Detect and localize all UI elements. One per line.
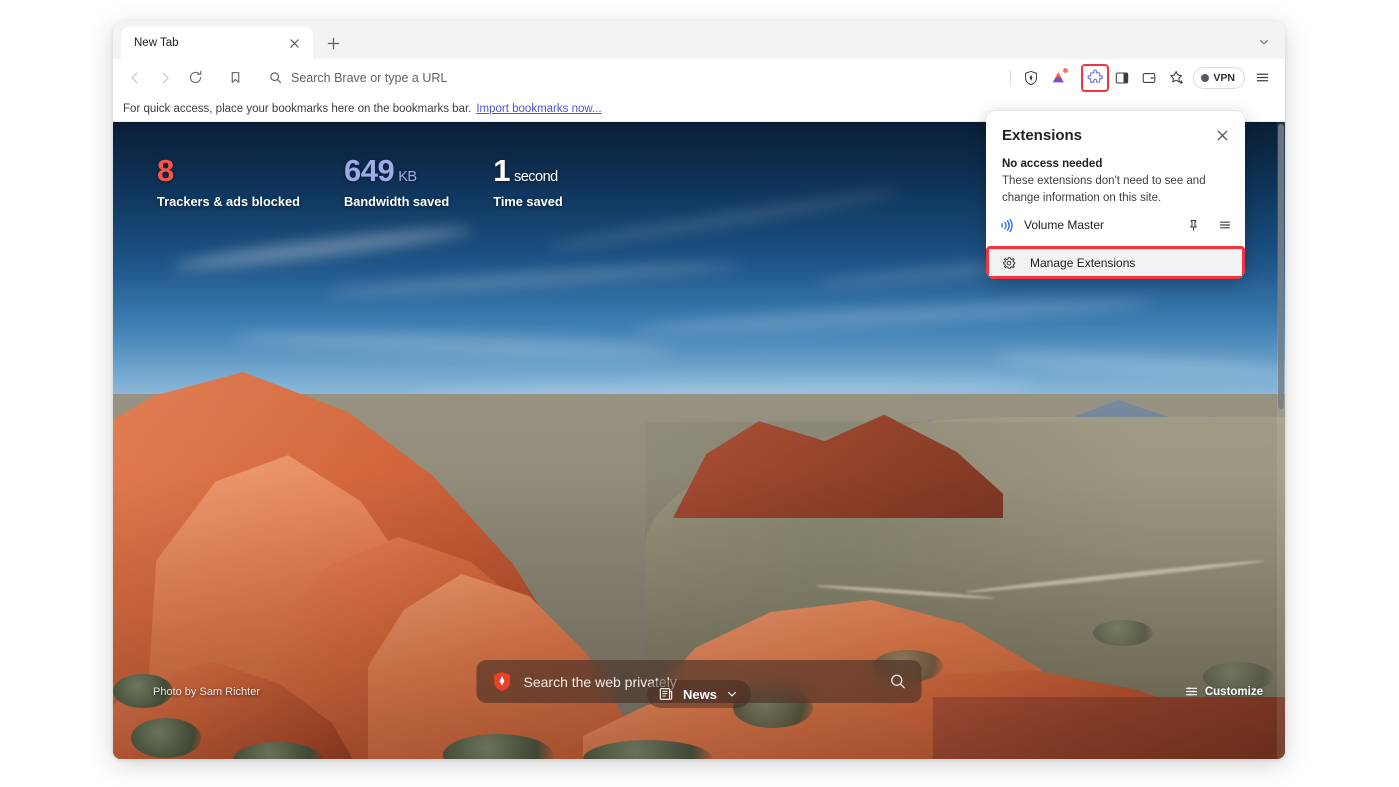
manage-extensions-label: Manage Extensions (1030, 256, 1136, 271)
new-tab-button[interactable] (320, 30, 346, 56)
toolbar-actions: VPN (1008, 63, 1275, 92)
pin-icon[interactable] (1182, 214, 1204, 236)
manage-extensions-highlight: Manage Extensions (986, 246, 1245, 280)
brave-rewards-icon[interactable] (1045, 65, 1071, 91)
reload-button[interactable] (181, 64, 209, 92)
stat-unit: second (513, 169, 558, 185)
stat-unit: KB (398, 169, 417, 185)
sidebar-panel-icon[interactable] (1109, 65, 1135, 91)
scrollbar-thumb[interactable] (1278, 124, 1284, 409)
extensions-popup-header: Extensions (986, 111, 1245, 153)
stat-label: Trackers & ads blocked (157, 193, 300, 209)
bookmark-icon[interactable] (229, 71, 242, 84)
close-icon[interactable] (285, 34, 303, 52)
browser-window: New Tab Search Brave or type a URL VPN F… (113, 21, 1285, 759)
stat-bandwidth-saved: 649 KB Bandwidth saved (343, 153, 450, 209)
vpn-label: VPN (1213, 71, 1235, 84)
brave-shields-icon[interactable] (1018, 65, 1044, 91)
volume-wave-icon (999, 218, 1014, 233)
kebab-menu-icon[interactable] (1214, 214, 1236, 236)
customize-button[interactable]: Customize (1185, 685, 1263, 698)
sliders-icon (1185, 685, 1198, 698)
page-scrollbar[interactable] (1277, 122, 1285, 759)
stat-trackers-blocked: 8 Trackers & ads blocked (157, 153, 300, 209)
stat-label: Time saved (493, 193, 563, 209)
toolbar-divider (1010, 69, 1012, 86)
tab-strip: New Tab (113, 21, 1285, 59)
tab-list-chevron-down-icon[interactable] (1253, 31, 1275, 53)
rewards-notification-badge (1062, 66, 1070, 74)
vpn-status-dot-icon (1201, 73, 1210, 82)
stat-value: 8 (157, 153, 174, 188)
privacy-stats: 8 Trackers & ads blocked 649 KB Bandwidt… (157, 153, 607, 209)
import-bookmarks-link[interactable]: Import bookmarks now... (476, 103, 601, 115)
forward-button[interactable] (151, 64, 179, 92)
no-access-section: No access needed These extensions don't … (986, 153, 1245, 210)
brave-wallet-icon[interactable] (1136, 65, 1162, 91)
extension-name: Volume Master (1024, 218, 1105, 233)
tab-title: New Tab (134, 37, 179, 49)
news-icon (658, 686, 674, 702)
stat-time-saved: 1 second Time saved (493, 153, 563, 209)
brave-lion-icon (493, 671, 512, 692)
search-icon[interactable] (890, 673, 907, 690)
back-button[interactable] (121, 64, 149, 92)
stat-value: 649 (343, 153, 395, 188)
section-heading: No access needed (1002, 158, 1103, 170)
news-button[interactable]: News (647, 680, 751, 708)
browser-tab[interactable]: New Tab (121, 27, 313, 59)
news-label: News (683, 686, 717, 702)
omnibox-placeholder: Search Brave or type a URL (291, 70, 448, 85)
photo-credit: Photo by Sam Richter (153, 686, 260, 698)
vpn-button[interactable]: VPN (1193, 66, 1245, 89)
close-icon[interactable] (1211, 124, 1233, 146)
omnibox[interactable]: Search Brave or type a URL (217, 63, 1003, 92)
manage-extensions-button[interactable]: Manage Extensions (989, 249, 1242, 277)
gear-icon (1002, 256, 1016, 270)
leo-ai-icon[interactable] (1163, 65, 1189, 91)
chevron-down-icon[interactable] (726, 688, 738, 700)
hamburger-menu-icon[interactable] (1249, 65, 1275, 91)
bookmarks-bar-message: For quick access, place your bookmarks h… (123, 102, 472, 115)
section-description: These extensions don't need to see and c… (1002, 175, 1206, 204)
extensions-popup-title: Extensions (1002, 126, 1083, 144)
list-item[interactable]: Volume Master (986, 210, 1245, 240)
puzzle-piece-icon[interactable] (1081, 63, 1110, 92)
customize-label: Customize (1204, 685, 1263, 698)
browser-toolbar: Search Brave or type a URL VPN (113, 59, 1285, 96)
search-icon (269, 71, 282, 84)
stat-value: 1 (493, 153, 510, 188)
stat-label: Bandwidth saved (343, 193, 450, 209)
extensions-popup: Extensions No access needed These extens… (986, 111, 1245, 280)
